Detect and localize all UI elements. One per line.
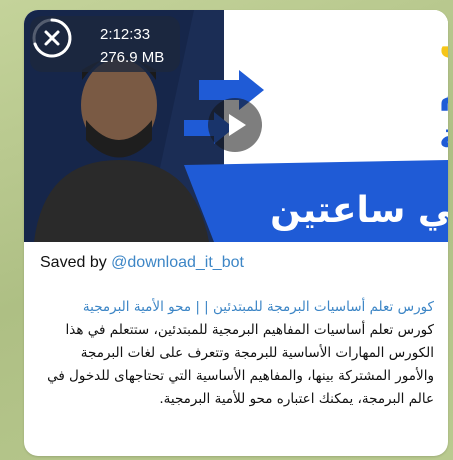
saved-by-line: Saved by @download_it_bot — [40, 254, 244, 272]
play-button[interactable] — [208, 98, 262, 152]
saved-by-label: Saved by — [40, 254, 112, 271]
download-size: 276.9 MB — [100, 49, 165, 66]
message-bubble: أساسيات المفاهيم البرمجية في ساعتين 2:12… — [24, 10, 448, 456]
video-duration: 2:12:33 — [100, 26, 151, 43]
course-title-link[interactable]: كورس تعلم أساسيات البرمجة للمبتدئين | | … — [38, 296, 434, 319]
message-caption: كورس تعلم أساسيات البرمجة للمبتدئين | | … — [38, 296, 434, 411]
message-body-text: كورس تعلم أساسيات المفاهيم البرمجية للمب… — [47, 322, 434, 407]
thumb-title-line-4: في ساعتين — [270, 190, 448, 231]
cancel-download-icon[interactable] — [30, 16, 74, 60]
video-thumbnail[interactable]: أساسيات المفاهيم البرمجية في ساعتين 2:12… — [24, 10, 448, 242]
bot-username-link[interactable]: @download_it_bot — [111, 254, 244, 271]
thumb-title-line-3: البرمجية — [439, 116, 448, 157]
thumb-title-line-2: المفاهيم — [439, 70, 448, 111]
download-progress-overlay: 2:12:33 276.9 MB — [30, 16, 180, 72]
thumb-title-line-1: أساسيات — [439, 20, 448, 67]
